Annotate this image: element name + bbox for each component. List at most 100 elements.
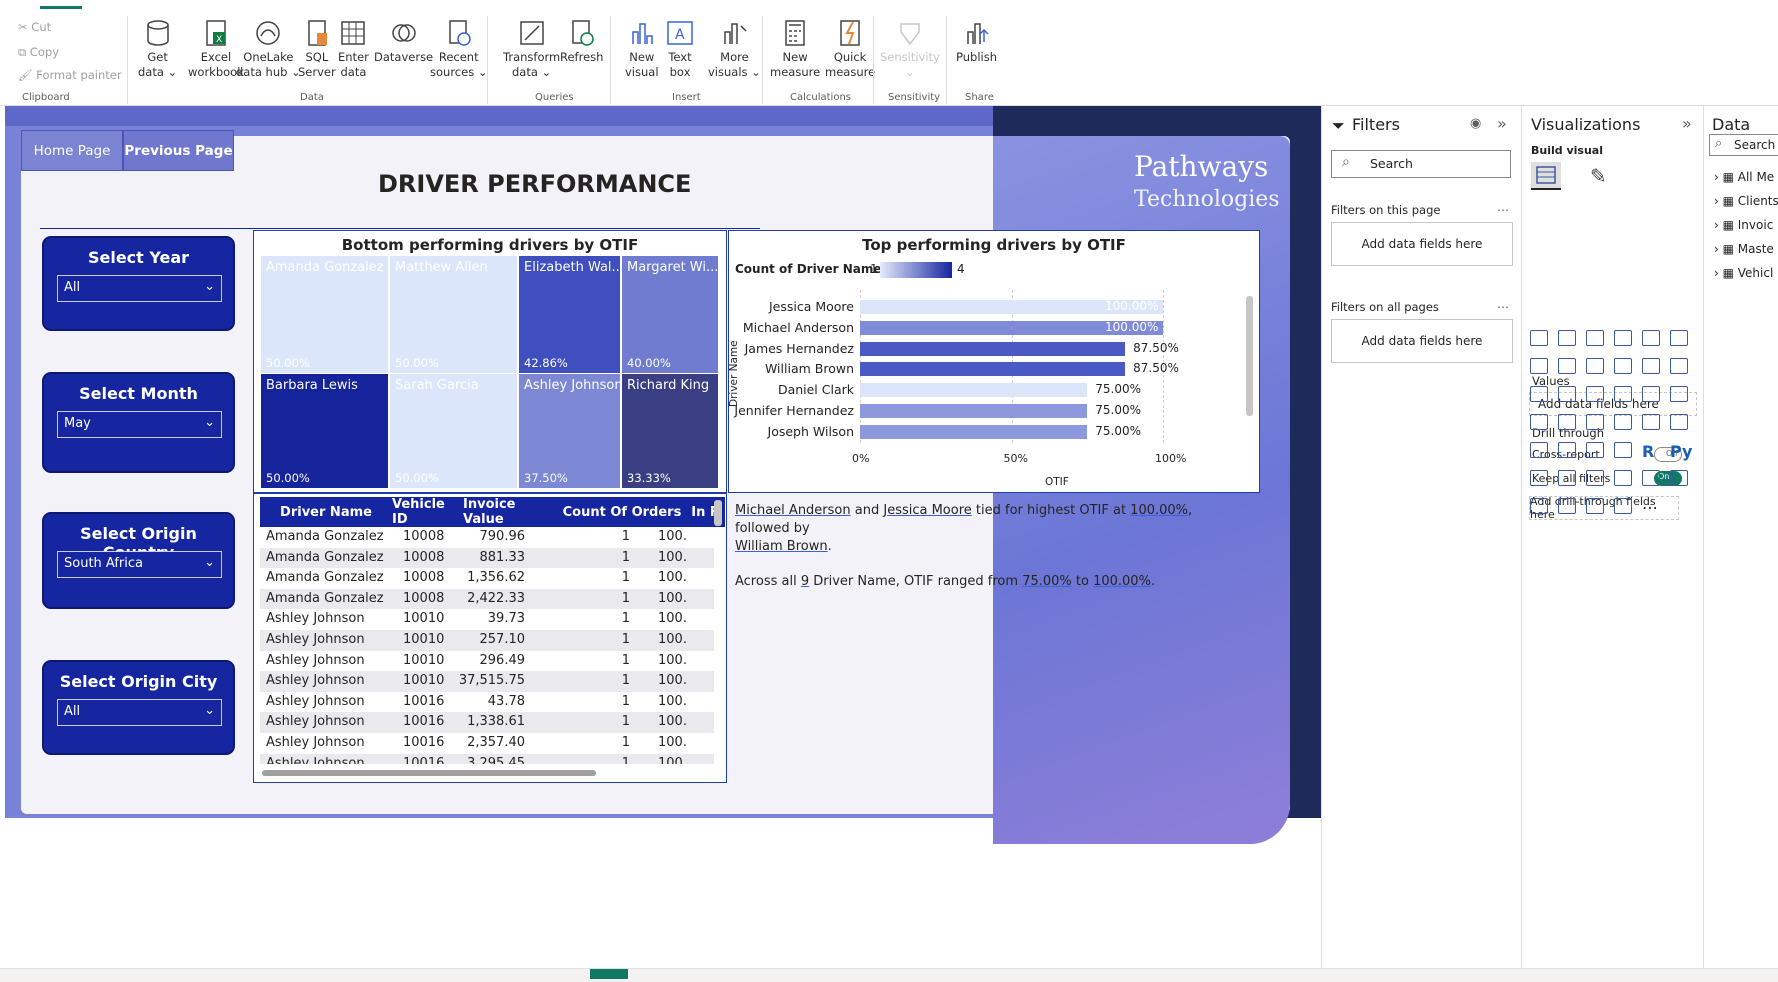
slicer-origin-city-dropdown[interactable]: All ⌄	[57, 699, 222, 726]
table-row[interactable]: Ashley Johnson 10010 257.10 1 100.	[260, 630, 714, 651]
transform-data-button[interactable]: Transform data ⌄	[503, 18, 560, 80]
more-icon[interactable]: ⋯	[1642, 498, 1660, 517]
filters-page-drop-zone[interactable]: Add data fields here	[1331, 222, 1513, 266]
azure-map-icon[interactable]	[1586, 414, 1604, 430]
collapse-pane-icon[interactable]: »	[1497, 114, 1507, 133]
slicer-origin-country-dropdown[interactable]: South Africa ⌄	[57, 551, 222, 578]
qa-icon[interactable]	[1586, 470, 1604, 486]
scatter-icon[interactable]	[1586, 386, 1604, 402]
map-icon[interactable]	[1530, 414, 1548, 430]
stacked-area-icon[interactable]	[1586, 358, 1604, 374]
multi-card-icon[interactable]	[1670, 414, 1688, 430]
chart-bar[interactable]	[860, 383, 1088, 398]
dataverse-button[interactable]: Dataverse	[374, 18, 433, 65]
eye-icon[interactable]: ◉	[1470, 116, 1481, 131]
gauge-icon[interactable]	[1614, 414, 1632, 430]
format-painter-button[interactable]: 🖌 Format painter	[18, 68, 122, 82]
new-measure-button[interactable]: New measure	[770, 18, 820, 80]
decomposition-tree-icon[interactable]	[1558, 470, 1576, 486]
stacked-column-icon[interactable]	[1558, 330, 1576, 346]
treemap-cell[interactable]: Ashley Johnson 37.50%	[519, 374, 621, 489]
table-vertical-scrollbar[interactable]	[714, 500, 722, 526]
previous-page-button[interactable]: Previous Page	[123, 130, 234, 171]
refresh-button[interactable]: Refresh	[560, 18, 603, 65]
table-row[interactable]: Ashley Johnson 10016 43.78 1 100.	[260, 691, 714, 713]
power-apps-icon[interactable]	[1670, 470, 1688, 486]
area-icon[interactable]	[1558, 358, 1576, 374]
r-visual-icon[interactable]: R	[1642, 442, 1660, 461]
line-column-icon[interactable]	[1614, 358, 1632, 374]
data-table-item[interactable]: › ▦ All Me	[1714, 170, 1774, 184]
filled-map-icon[interactable]	[1558, 414, 1576, 430]
chart-scrollbar[interactable]	[1246, 296, 1253, 416]
table-row[interactable]: Ashley Johnson 10016 3,295.45 1 100.	[260, 753, 714, 764]
filters-search-input[interactable]: Search	[1331, 150, 1511, 178]
treemap-cell[interactable]: Margaret Wi... 40.00%	[622, 256, 719, 374]
paginated-icon[interactable]	[1642, 470, 1660, 486]
clustered-column-icon[interactable]	[1614, 330, 1632, 346]
100-bar-icon[interactable]	[1642, 330, 1660, 346]
table-row[interactable]: Amanda Gonzalez 10008 790.96 1 100.	[260, 527, 714, 548]
narrative-icon[interactable]	[1614, 470, 1632, 486]
treemap-cell[interactable]: Amanda Gonzalez 50.00%	[261, 256, 389, 374]
active-page-tab[interactable]	[590, 969, 628, 979]
kpi-icon[interactable]	[1530, 442, 1548, 458]
collapse-pane-icon[interactable]: »	[1682, 114, 1692, 133]
chart-bar[interactable]	[860, 341, 1126, 356]
treemap-cell[interactable]: Matthew Allen 50.00%	[390, 256, 518, 374]
copy-button[interactable]: ⧉ Copy	[18, 45, 59, 60]
enter-data-button[interactable]: Enter data	[338, 18, 369, 80]
card-icon[interactable]	[1642, 414, 1660, 430]
more-options-icon[interactable]: …	[1497, 200, 1509, 214]
chart-bar[interactable]	[860, 404, 1088, 418]
treemap-cell[interactable]: Barbara Lewis 50.00%	[261, 374, 389, 489]
stacked-bar-icon[interactable]	[1530, 330, 1548, 346]
waterfall-icon[interactable]	[1530, 386, 1548, 402]
table-row[interactable]: Ashley Johnson 10010 37,515.75 1 100.	[260, 671, 714, 692]
python-visual-icon[interactable]: Py	[1670, 442, 1692, 461]
table-row[interactable]: Ashley Johnson 10016 1,338.61 1 100.	[260, 712, 714, 733]
more-options-icon[interactable]: …	[1497, 297, 1509, 311]
funnel-icon[interactable]	[1558, 386, 1576, 402]
new-visual-button[interactable]: New visual	[625, 18, 659, 80]
data-table-item[interactable]: › ▦ Clients	[1714, 194, 1778, 208]
ribbon-icon[interactable]	[1670, 358, 1688, 374]
sql-server-button[interactable]: SQL Server	[298, 18, 336, 80]
treemap-icon[interactable]	[1670, 386, 1688, 402]
diamond-icon[interactable]	[1586, 498, 1604, 514]
arcgis-icon[interactable]	[1558, 498, 1576, 514]
table-horizontal-scrollbar[interactable]	[262, 770, 596, 776]
pie-icon[interactable]	[1614, 386, 1632, 402]
data-table-item[interactable]: › ▦ Invoic	[1714, 218, 1773, 232]
more-visuals-button[interactable]: More visuals ⌄	[708, 18, 761, 80]
chart-bar[interactable]	[860, 362, 1126, 377]
text-box-button[interactable]: A Text box	[665, 18, 695, 80]
table-row[interactable]: Amanda Gonzalez 10008 2,422.33 1 100.	[260, 588, 714, 610]
100-column-icon[interactable]	[1670, 330, 1688, 346]
data-table-item[interactable]: › ▦ Maste	[1714, 242, 1774, 256]
treemap-cell[interactable]: Richard King 33.33%	[622, 374, 719, 489]
recent-sources-button[interactable]: Recent sources ⌄	[430, 18, 487, 80]
format-visual-icon[interactable]: ✎	[1590, 164, 1607, 188]
chart-bar[interactable]	[860, 424, 1088, 439]
matrix-icon[interactable]	[1614, 442, 1632, 458]
onelake-data-hub-button[interactable]: OneLake data hub ⌄	[236, 18, 301, 80]
get-data-button[interactable]: Get data ⌄	[138, 18, 177, 80]
line-stacked-icon[interactable]	[1642, 358, 1660, 374]
table-column-header[interactable]: Invoice Value	[463, 497, 559, 527]
clustered-bar-icon[interactable]	[1586, 330, 1604, 346]
treemap-cell[interactable]: Sarah Garcia 50.00%	[390, 374, 518, 489]
slicer-year-dropdown[interactable]: All ⌄	[57, 275, 222, 302]
quick-measure-button[interactable]: Quick measure	[825, 18, 875, 80]
table-row[interactable]: Amanda Gonzalez 10008 1,356.62 1 100.	[260, 568, 714, 589]
table-column-header[interactable]: Vehicle ID	[392, 497, 463, 527]
table-row[interactable]: Ashley Johnson 10010 39.73 1 100.	[260, 609, 714, 630]
cut-button[interactable]: ✂ Cut	[18, 20, 51, 34]
table-column-header[interactable]: Count Of Orders	[559, 497, 685, 527]
slicer-month-dropdown[interactable]: May ⌄	[57, 411, 222, 438]
build-visual-tab[interactable]	[1531, 162, 1561, 190]
treemap-cell[interactable]: Elizabeth Wal... 42.86%	[519, 256, 621, 374]
table-row[interactable]: Amanda Gonzalez 10008 881.33 1 100.	[260, 547, 714, 569]
line-icon[interactable]	[1530, 358, 1548, 374]
chevron-icon[interactable]	[1614, 498, 1632, 514]
